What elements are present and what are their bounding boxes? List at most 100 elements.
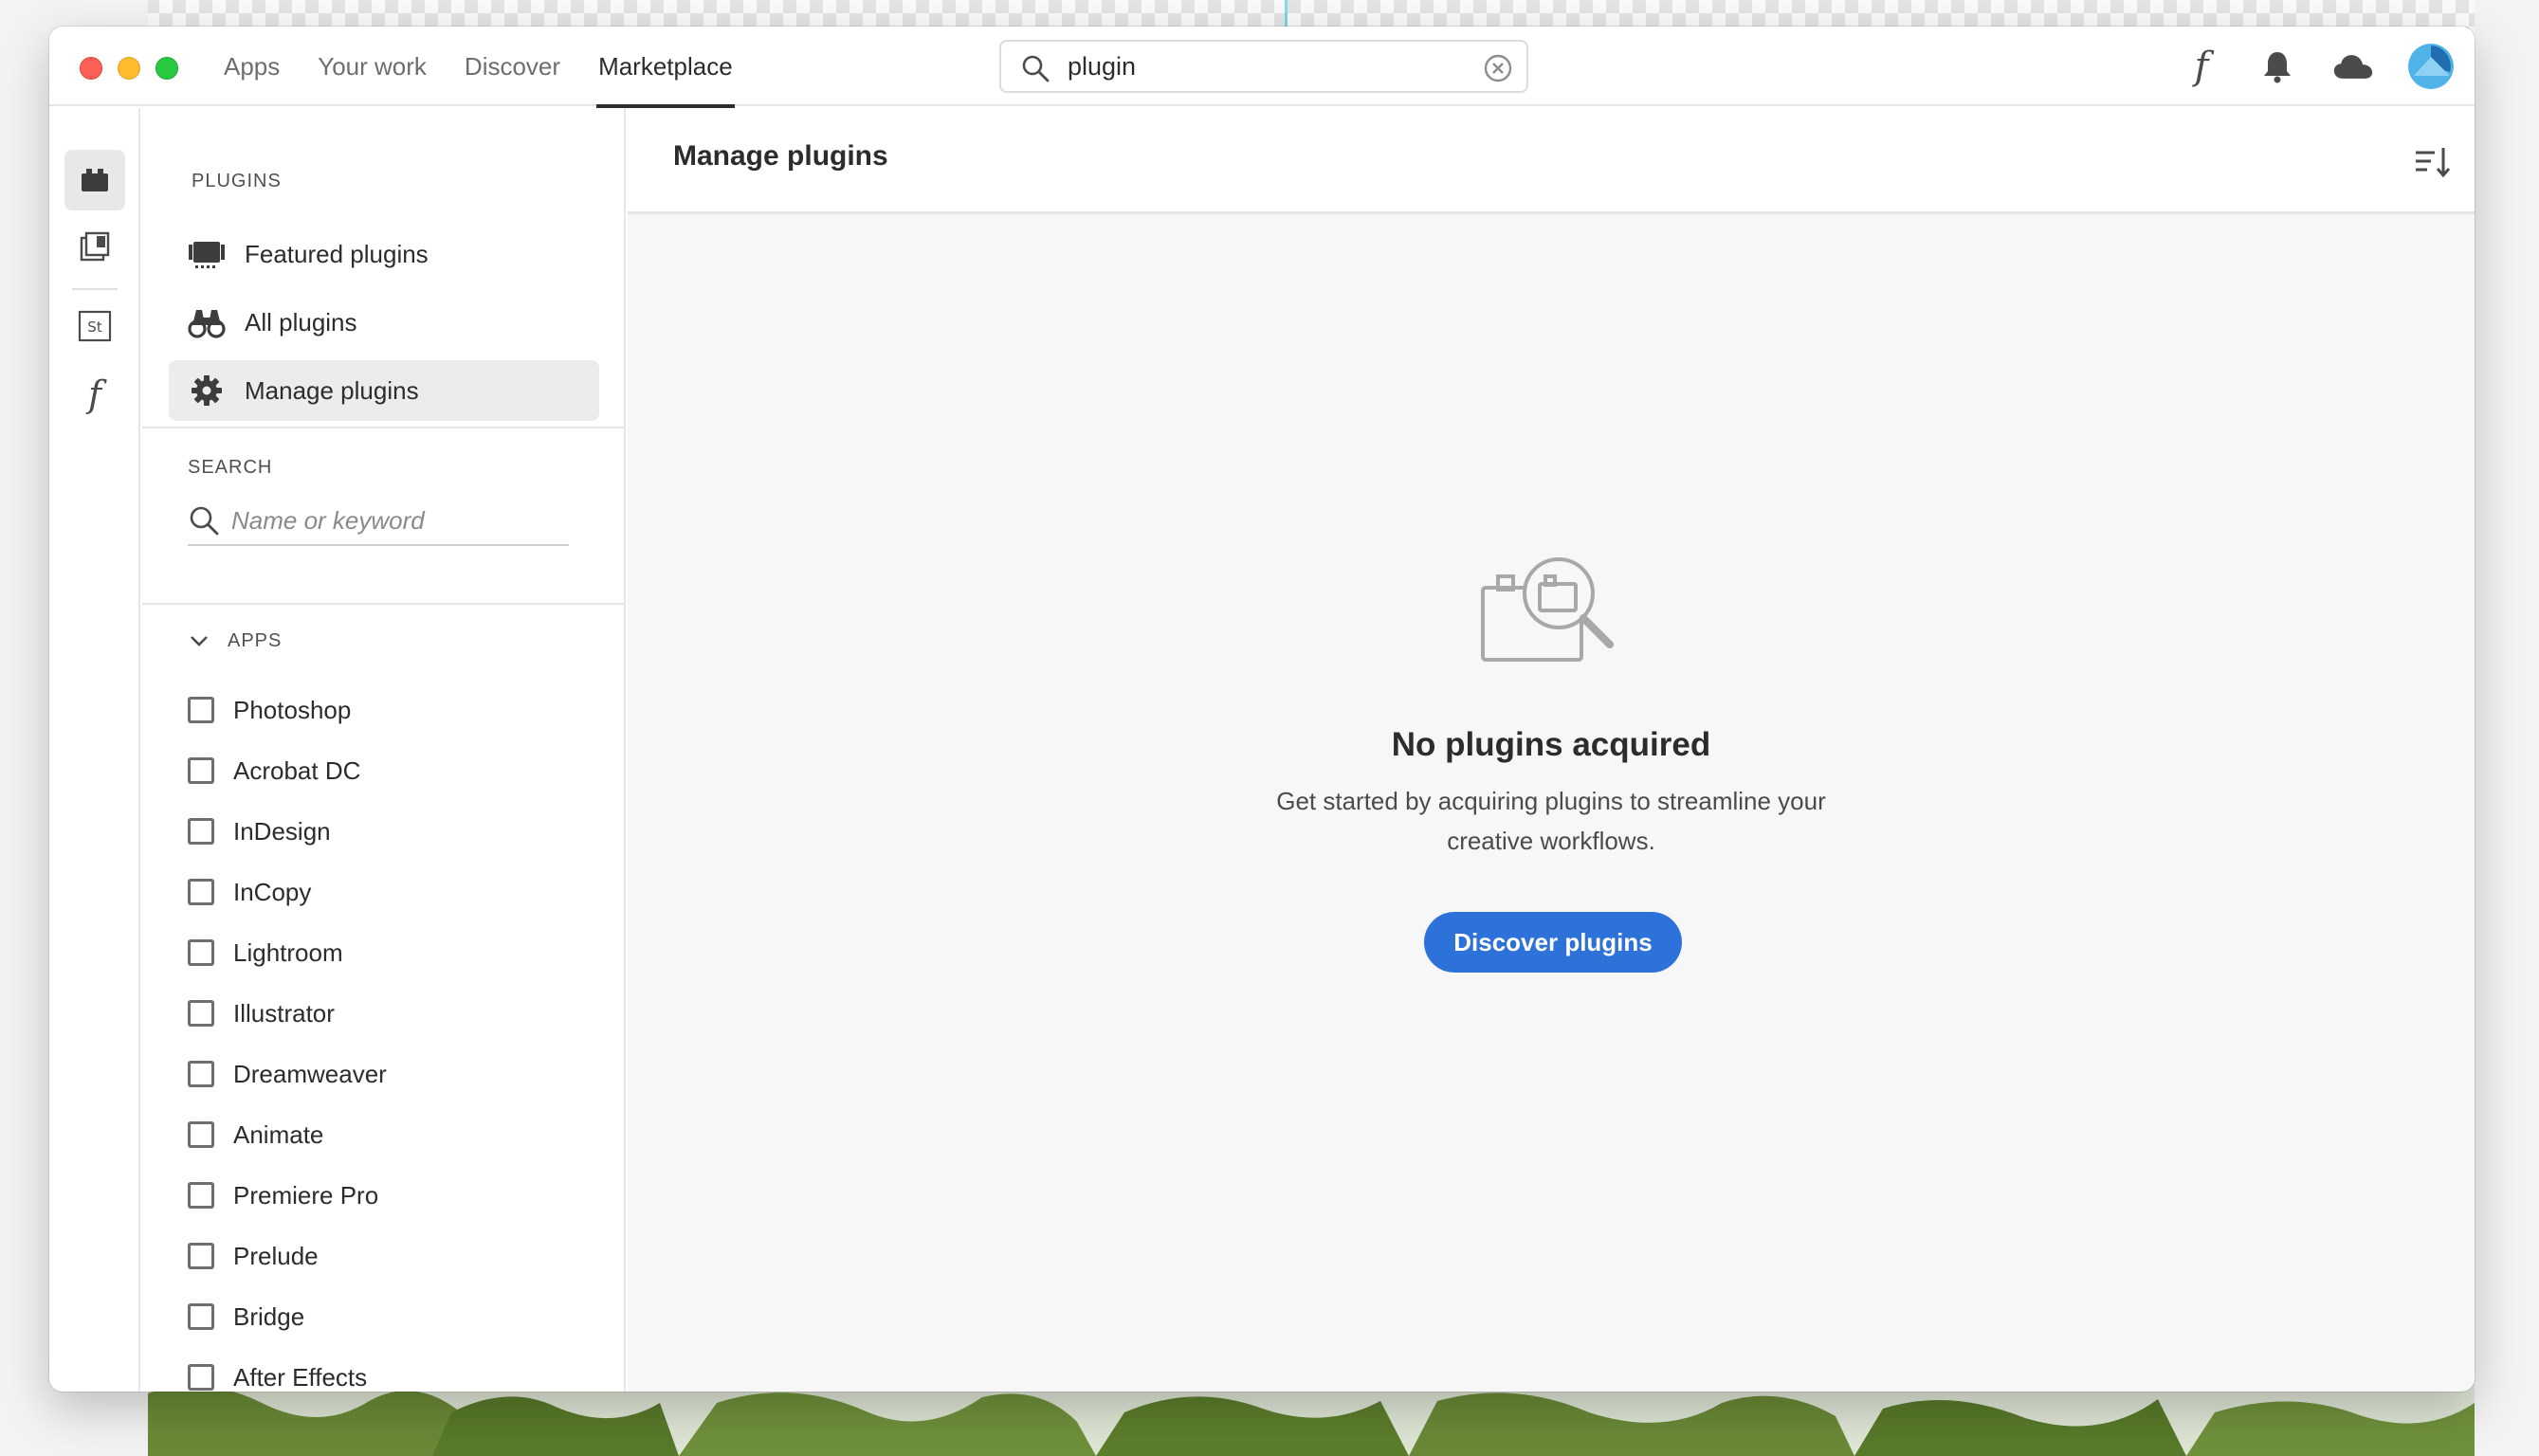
plugins-icon [82, 169, 108, 191]
app-filter-acrobat-dc[interactable]: Acrobat DC [188, 747, 360, 794]
minimize-window-button[interactable] [118, 57, 140, 80]
checkbox[interactable] [188, 1364, 214, 1391]
app-filter-label: Acrobat DC [233, 755, 361, 785]
checkbox[interactable] [188, 1303, 214, 1330]
empty-state-description: Get started by acquiring plugins to stre… [1276, 787, 1826, 855]
cloud-icon [2333, 55, 2373, 79]
fonts-button[interactable]: f [2181, 46, 2222, 87]
discover-plugins-button[interactable]: Discover plugins [1424, 912, 1682, 973]
app-filter-label: Photoshop [233, 695, 352, 724]
app-filter-label: Premiere Pro [233, 1180, 379, 1210]
sidebar-item-label: Featured plugins [245, 239, 429, 268]
tab-marketplace[interactable]: Marketplace [596, 27, 735, 108]
rail-plugins-button[interactable] [64, 150, 125, 210]
gear-icon [188, 372, 226, 410]
app-filter-lightroom[interactable]: Lightroom [188, 929, 343, 976]
apps-section-label: APPS [228, 629, 283, 651]
checkbox[interactable] [188, 879, 214, 905]
app-filter-incopy[interactable]: InCopy [188, 868, 311, 916]
empty-state-icon [1481, 557, 1614, 662]
title-bar: Apps Your work Discover Marketplace f [49, 27, 2475, 108]
checkbox[interactable] [188, 818, 214, 845]
search-icon [190, 506, 219, 536]
binoculars-icon [188, 303, 226, 341]
desktop-right [2475, 0, 2539, 1456]
app-filter-bridge[interactable]: Bridge [188, 1293, 304, 1340]
main-content: Manage plugins No plugins acquired Get s… [628, 108, 2475, 1392]
featured-icon [188, 235, 226, 273]
sidebar-item-label: Manage plugins [245, 375, 419, 405]
main-header: Manage plugins [628, 108, 2475, 214]
sidebar-divider [142, 427, 624, 428]
close-window-button[interactable] [80, 57, 102, 80]
stock-icon: St [78, 310, 112, 342]
rail-fonts-button[interactable]: f [64, 364, 125, 425]
apps-filter-toggle[interactable]: APPS [188, 629, 282, 652]
app-filter-indesign[interactable]: InDesign [188, 808, 331, 855]
maximize-window-button[interactable] [155, 57, 178, 80]
app-filter-premiere-pro[interactable]: Premiere Pro [188, 1172, 378, 1219]
checkbox[interactable] [188, 1121, 214, 1148]
app-filter-illustrator[interactable]: Illustrator [188, 990, 335, 1037]
fonts-icon: f [2194, 45, 2209, 88]
checkbox[interactable] [188, 1243, 214, 1269]
checkbox[interactable] [188, 757, 214, 784]
checkbox[interactable] [188, 1182, 214, 1209]
app-window: Apps Your work Discover Marketplace f [49, 27, 2475, 1392]
toolbar-icons: f [2181, 40, 2454, 93]
app-filter-label: Bridge [233, 1301, 305, 1331]
sidebar-item-featured-plugins[interactable]: Featured plugins [169, 224, 599, 284]
avatar[interactable] [2408, 44, 2454, 89]
search-section-label: SEARCH [188, 457, 273, 478]
sidebar-divider [142, 603, 624, 605]
keyword-search-input[interactable] [231, 502, 554, 538]
plugins-sidebar: PLUGINS Featured plugins All plugins Man… [142, 108, 626, 1392]
checkbox[interactable] [188, 697, 214, 723]
rail-divider [72, 288, 118, 290]
sidebar-item-label: All plugins [245, 307, 357, 337]
libraries-icon [80, 231, 110, 262]
app-filter-after-effects[interactable]: After Effects [188, 1354, 367, 1392]
app-filter-prelude[interactable]: Prelude [188, 1232, 319, 1280]
app-filter-label: Dreamweaver [233, 1059, 387, 1088]
app-filter-dreamweaver[interactable]: Dreamweaver [188, 1050, 387, 1098]
page-title: Manage plugins [673, 140, 888, 172]
rail-libraries-button[interactable] [64, 216, 125, 277]
notifications-button[interactable] [2256, 46, 2298, 87]
checkbox[interactable] [188, 1000, 214, 1027]
fonts-icon: f [87, 373, 102, 415]
rail-stock-button[interactable]: St [64, 296, 125, 356]
sidebar-item-manage-plugins[interactable]: Manage plugins [169, 360, 599, 421]
plugins-section-label: PLUGINS [192, 171, 282, 191]
global-search-input[interactable] [1068, 46, 1447, 87]
app-filter-photoshop[interactable]: Photoshop [188, 686, 351, 734]
app-filter-label: Prelude [233, 1241, 319, 1270]
sort-icon[interactable] [2412, 142, 2452, 182]
checkbox[interactable] [188, 939, 214, 966]
app-filter-label: After Effects [233, 1362, 368, 1392]
checkbox[interactable] [188, 1061, 214, 1087]
app-filter-label: Animate [233, 1119, 324, 1149]
chevron-down-icon [191, 636, 208, 646]
cloud-button[interactable] [2332, 46, 2374, 87]
tab-your-work[interactable]: Your work [316, 27, 429, 106]
app-filter-label: Lightroom [233, 937, 343, 967]
nav-tabs: Apps Your work Discover Marketplace [222, 27, 735, 108]
desktop-leaves [148, 1384, 2475, 1456]
global-search [999, 40, 1528, 93]
bell-icon [2264, 52, 2291, 83]
empty-state-title: No plugins acquired [1391, 726, 1711, 763]
search-icon [1022, 55, 1050, 82]
keyword-search [188, 497, 569, 546]
clear-icon[interactable] [1483, 53, 1513, 83]
app-rail: St f [49, 108, 140, 1392]
sidebar-item-all-plugins[interactable]: All plugins [169, 292, 599, 353]
window-controls [80, 57, 178, 80]
svg-text:St: St [87, 318, 102, 336]
app-filter-label: InCopy [233, 877, 312, 906]
app-filter-label: Illustrator [233, 998, 335, 1028]
app-filter-label: InDesign [233, 816, 331, 846]
app-filter-animate[interactable]: Animate [188, 1111, 323, 1158]
tab-discover[interactable]: Discover [463, 27, 562, 106]
tab-apps[interactable]: Apps [222, 27, 282, 106]
